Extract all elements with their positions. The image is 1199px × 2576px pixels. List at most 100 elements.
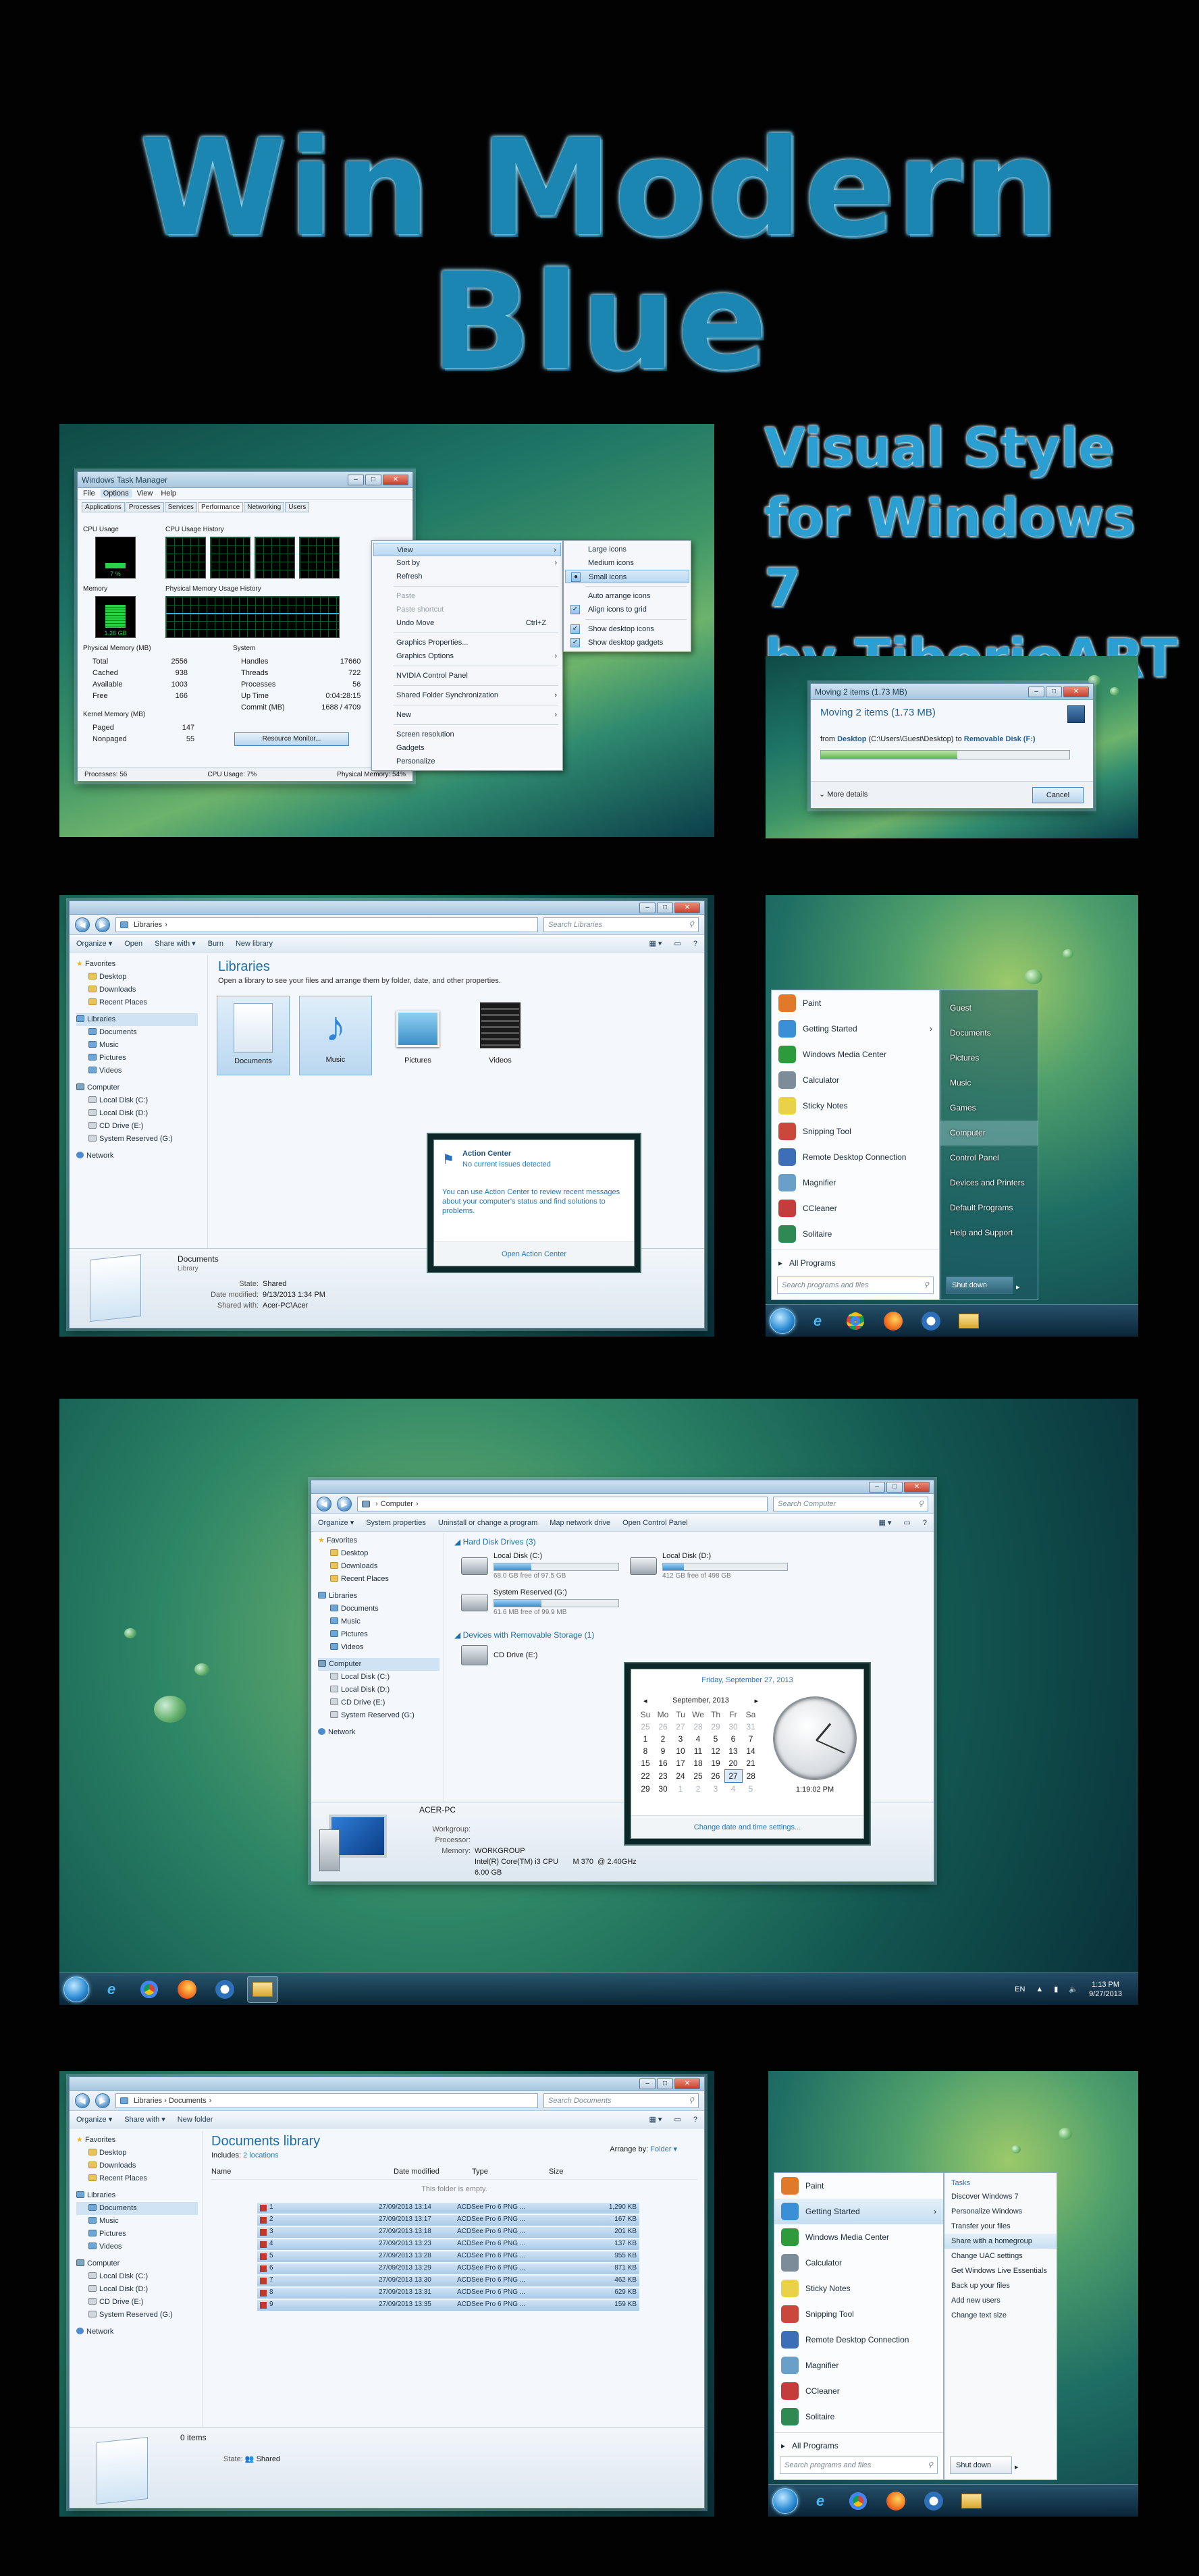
minimize-button[interactable]: – [1028,686,1044,697]
nav-cd-drive-e[interactable]: CD Drive (E:) [318,1696,439,1709]
calendar-day[interactable]: 9 [654,1745,672,1757]
col-size[interactable]: Size [549,2168,563,2176]
maximize-button[interactable]: □ [365,474,381,485]
calendar-day[interactable]: 29 [637,1783,654,1796]
calendar-day[interactable]: 10 [672,1745,689,1757]
calendar-day[interactable]: 7 [742,1733,760,1745]
calendar-day-selected[interactable]: 27 [724,1769,743,1783]
nav-documents[interactable]: Documents [318,1603,439,1615]
start-program-sticky-notes[interactable]: Sticky Notes [772,1093,939,1119]
close-button[interactable]: ✕ [674,2078,700,2089]
firefox-icon[interactable] [171,1976,203,2003]
nav-local-disk-d[interactable]: Local Disk (D:) [76,2283,198,2296]
start-place-computer[interactable]: Computer [940,1121,1038,1146]
more-details-toggle[interactable]: ⌄ More details [819,790,868,799]
nav-computer[interactable]: Computer [318,1658,439,1671]
nav-favorites[interactable]: ★ Favorites [76,958,198,971]
start-program-snipping-tool[interactable]: Snipping Tool [772,1119,939,1144]
organize-button[interactable]: Organize ▾ [318,1518,354,1527]
search-input[interactable]: Search Computer ⚲ [773,1496,928,1511]
map-network-drive-button[interactable]: Map network drive [550,1519,610,1527]
file-row[interactable]: 5 27/09/2013 13:28 ACDSee Pro 6 PNG ... 955… [257,2251,639,2263]
nav-computer[interactable]: Computer [76,1081,198,1094]
nav-cd-drive-e[interactable]: CD Drive (E:) [76,2296,198,2309]
menu-options[interactable]: Options [100,489,132,498]
help-icon[interactable]: ? [693,940,697,948]
close-button[interactable]: ✕ [383,474,408,485]
start-program-snipping-tool[interactable]: Snipping Tool [774,2301,943,2327]
new-library-button[interactable]: New library [236,940,273,948]
shut-down-options-icon[interactable]: ▸ [1015,2463,1019,2471]
start-program-getting-started[interactable]: Getting Started › [772,1016,939,1042]
forward-button[interactable]: ▶ [337,1496,352,1511]
calendar-day[interactable]: 12 [707,1745,724,1757]
start-place-guest[interactable]: Guest [940,996,1038,1021]
nav-recent-places[interactable]: Recent Places [318,1573,439,1586]
nav-local-disk-c[interactable]: Local Disk (C:) [76,1094,198,1107]
system-properties-button[interactable]: System properties [366,1519,426,1527]
nav-pictures[interactable]: Pictures [76,2228,198,2240]
chrome-icon[interactable] [134,1976,165,2003]
calendar-day[interactable]: 27 [672,1721,689,1733]
view-options-icon[interactable]: ▦ ▾ [649,939,662,948]
all-programs-button[interactable]: ▸ All Programs [774,2432,943,2458]
calendar-day[interactable]: 23 [654,1770,672,1783]
start-program-ccleaner[interactable]: CCleaner [774,2378,943,2404]
minimize-button[interactable]: – [639,902,656,913]
start-program-paint[interactable]: Paint [772,990,939,1016]
drive-local-disk-d[interactable]: Local Disk (D:) 412 GB free of 498 GB [630,1552,792,1584]
nav-network[interactable]: Network [76,2326,198,2338]
start-place-documents[interactable]: Documents [940,1021,1038,1046]
nav-videos[interactable]: Videos [318,1641,439,1654]
nav-network[interactable]: Network [318,1726,439,1739]
task-back-up-your-files[interactable]: Back up your files [944,2278,1057,2293]
file-row[interactable]: 1 27/09/2013 13:14 ACDSee Pro 6 PNG ... 1,2… [257,2203,639,2214]
forward-button[interactable]: ▶ [95,2093,110,2108]
calendar-day[interactable]: 20 [724,1757,742,1770]
minimize-button[interactable]: – [348,474,364,485]
calendar-day[interactable]: 8 [637,1745,654,1757]
task-get-windows-live-essentials[interactable]: Get Windows Live Essentials [944,2263,1057,2278]
close-button[interactable]: ✕ [1063,686,1089,697]
menu-item-large-icons[interactable]: Large icons [565,543,689,556]
calendar-day[interactable]: 29 [707,1721,724,1733]
calendar-day[interactable]: 3 [707,1783,724,1796]
nav-local-disk-c[interactable]: Local Disk (C:) [318,1671,439,1684]
start-program-magnifier[interactable]: Magnifier [772,1170,939,1196]
start-program-getting-started[interactable]: Getting Started › [774,2199,943,2224]
calendar-day[interactable]: 3 [672,1733,689,1745]
start-orb-icon[interactable] [772,2488,798,2514]
calendar-day[interactable]: 22 [637,1770,654,1783]
calendar-day[interactable]: 5 [707,1733,724,1745]
nav-favorites[interactable]: ★ Favorites [76,2134,198,2147]
calendar-day[interactable]: 28 [689,1721,707,1733]
thunderbird-icon[interactable] [209,1976,240,2003]
start-program-calculator[interactable]: Calculator [774,2250,943,2276]
volume-icon[interactable]: 🔈 [1069,1985,1078,1993]
start-place-help-and-support[interactable]: Help and Support [940,1220,1038,1245]
menu-item-auto-arrange-icons[interactable]: Auto arrange icons [565,589,689,603]
calendar-day[interactable]: 6 [724,1733,742,1745]
hard-disk-group-header[interactable]: ◢ Hard Disk Drives (3) [454,1537,536,1547]
drive-system-reserved-g[interactable]: System Reserved (G:) 61.6 MB free of 99.9… [461,1588,623,1621]
shut-down-options-icon[interactable]: ▸ [1016,1283,1020,1291]
calendar-day[interactable]: 15 [637,1757,654,1770]
burn-button[interactable]: Burn [208,940,223,948]
help-icon[interactable]: ? [923,1519,927,1527]
nav-music[interactable]: Music [76,1039,198,1052]
open-control-panel-button[interactable]: Open Control Panel [622,1519,688,1527]
maximize-button[interactable]: □ [1046,686,1062,697]
calendar-day[interactable]: 18 [689,1757,707,1770]
cancel-button[interactable]: Cancel [1032,787,1084,803]
calendar-day[interactable]: 1 [672,1783,689,1796]
menu-item-show-desktop-gadgets[interactable]: Show desktop gadgets ✓ [565,636,689,649]
start-place-music[interactable]: Music [940,1071,1038,1096]
language-indicator[interactable]: EN [1015,1985,1025,1993]
menu-item-shared-folder-synchronization[interactable]: Shared Folder Synchronization › [373,689,561,702]
library-music[interactable]: ♪ Music [299,996,372,1075]
nav-local-disk-d[interactable]: Local Disk (D:) [76,1107,198,1120]
start-program-remote-desktop-connection[interactable]: Remote Desktop Connection [774,2327,943,2353]
organize-button[interactable]: Organize ▾ [76,2115,112,2124]
nav-desktop[interactable]: Desktop [76,971,198,984]
nav-system-reserved-g[interactable]: System Reserved (G:) [76,1133,198,1146]
